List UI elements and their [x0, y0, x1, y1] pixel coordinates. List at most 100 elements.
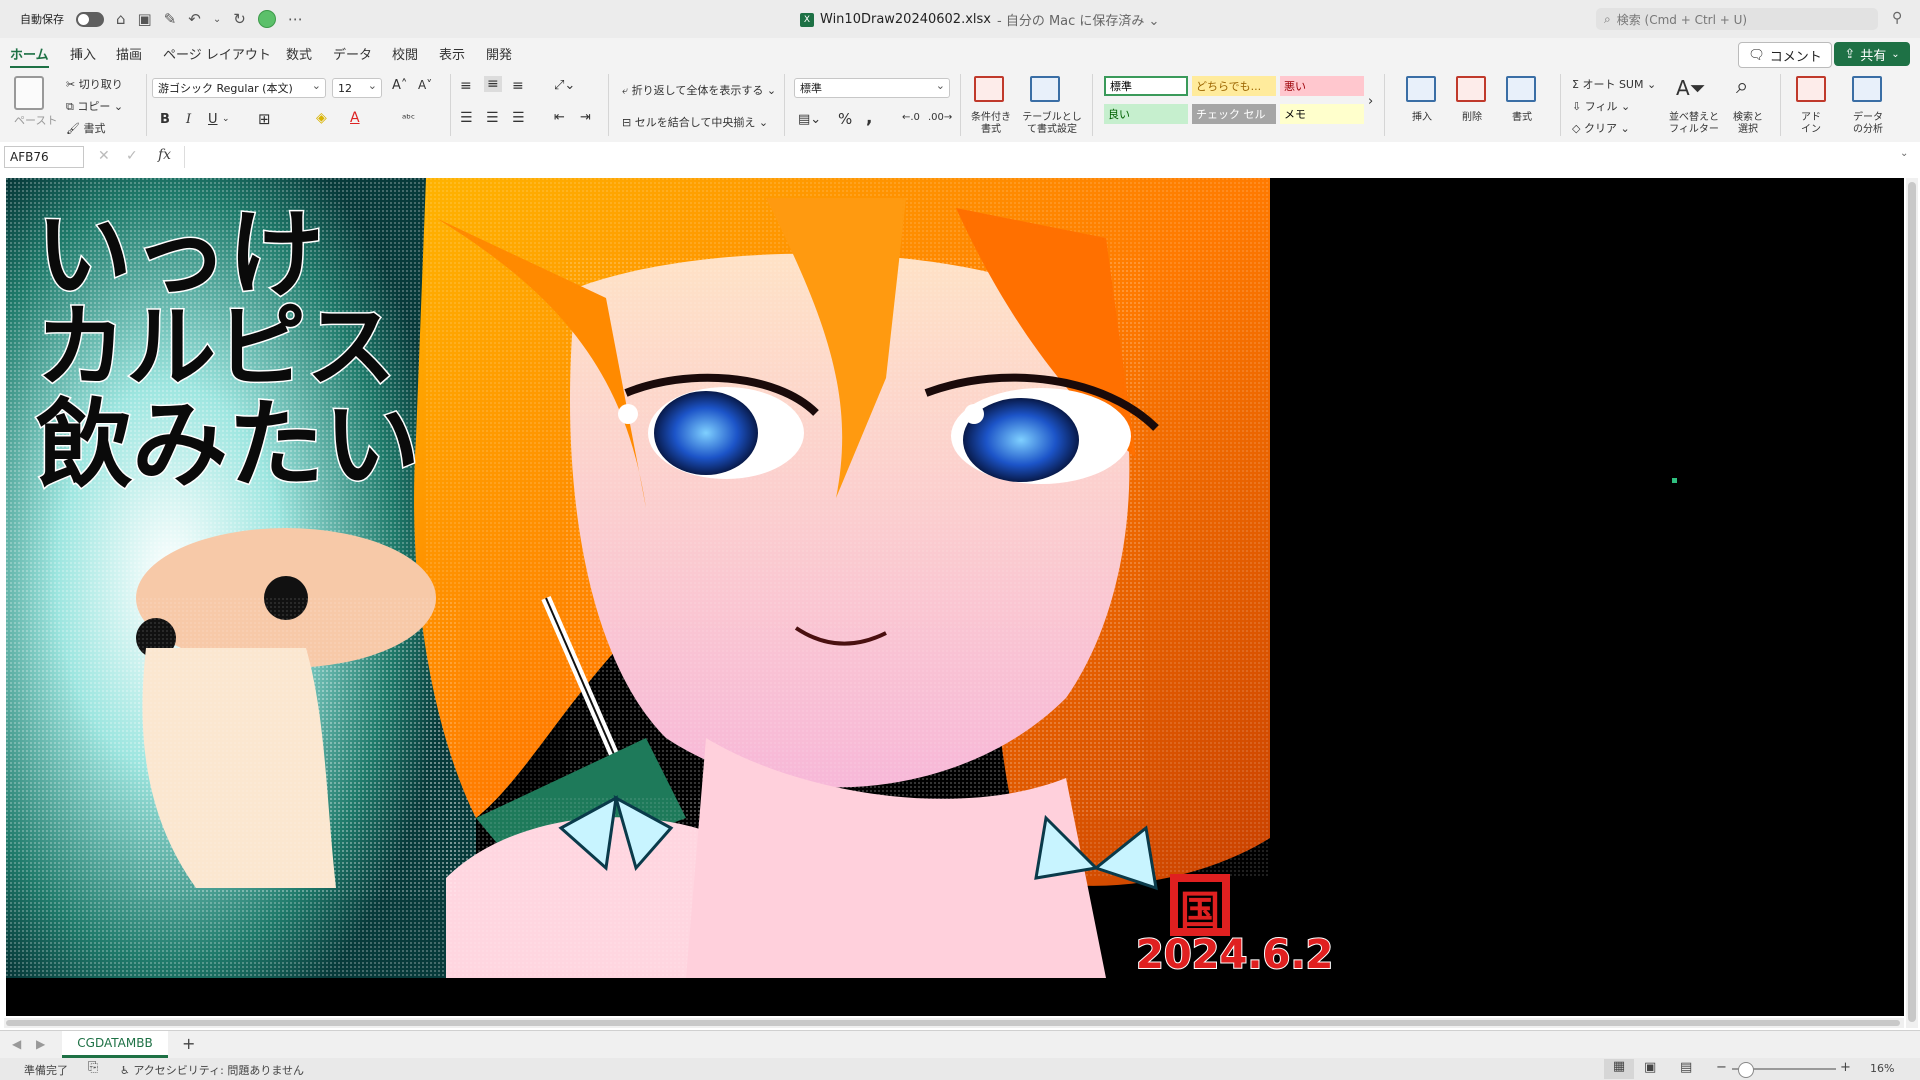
zoom-in-icon[interactable]: +: [1840, 1060, 1851, 1075]
copy-button[interactable]: ⧉ コピー ⌄: [66, 98, 123, 114]
undo-icon[interactable]: ↶: [188, 10, 201, 28]
zoom-out-icon[interactable]: −: [1716, 1060, 1727, 1075]
more-icon[interactable]: ⋯: [288, 10, 303, 28]
underline-dropdown-icon[interactable]: ⌄: [222, 114, 230, 124]
page-layout-view-icon[interactable]: ▣: [1644, 1060, 1656, 1075]
align-middle-icon[interactable]: ≡: [484, 76, 502, 92]
undo-dropdown-icon[interactable]: ⌄: [213, 14, 221, 25]
vertical-scrollbar[interactable]: [1906, 178, 1918, 1028]
increase-decimal-icon[interactable]: ←.0: [902, 112, 920, 123]
format-painter-button[interactable]: 🖌 書式: [66, 120, 105, 136]
cell-style-2[interactable]: 悪い: [1280, 76, 1364, 96]
autosum-button[interactable]: Σ オート SUM ⌄: [1572, 76, 1656, 92]
comma-button[interactable]: ,: [866, 108, 872, 128]
align-left-icon[interactable]: ☰: [460, 110, 473, 126]
align-center-icon[interactable]: ☰: [486, 110, 499, 126]
font-size-select[interactable]: 12: [332, 78, 382, 98]
orientation-icon[interactable]: ⤢⌄: [554, 78, 575, 93]
share-button[interactable]: ⇪ 共有 ⌄: [1834, 42, 1910, 66]
tab-draw[interactable]: 描画: [116, 44, 142, 63]
cancel-icon[interactable]: ✕: [98, 148, 110, 164]
addins-icon[interactable]: [1796, 76, 1826, 102]
horizontal-scroll-thumb[interactable]: [6, 1020, 1900, 1026]
borders-icon[interactable]: ⊞: [258, 110, 271, 128]
decrease-decimal-icon[interactable]: .00→: [928, 112, 952, 123]
search-box[interactable]: ⌕ 検索 (Cmd + Ctrl + U): [1596, 8, 1878, 30]
decrease-indent-icon[interactable]: ⇤: [554, 110, 565, 125]
number-format-select[interactable]: 標準: [794, 78, 950, 98]
normal-view-icon[interactable]: ▦: [1604, 1059, 1634, 1079]
tab-page-layout[interactable]: ページ レイアウト: [163, 44, 271, 63]
edit-icon[interactable]: ✎: [164, 10, 177, 28]
currency-icon[interactable]: ▤⌄: [798, 112, 821, 127]
page-break-view-icon[interactable]: ▤: [1680, 1060, 1692, 1075]
format-as-table-label[interactable]: テーブルとして書式設定: [1022, 112, 1082, 136]
cell-style-3[interactable]: 良い: [1104, 104, 1188, 124]
percent-button[interactable]: %: [838, 110, 852, 128]
increase-font-icon[interactable]: A˄: [392, 78, 407, 93]
conditional-format-icon[interactable]: [974, 76, 1004, 102]
phonetic-icon[interactable]: ᵃᵇᶜ: [402, 112, 415, 125]
add-sheet-button[interactable]: +: [182, 1034, 195, 1053]
format-as-table-icon[interactable]: [1030, 76, 1060, 102]
tab-data[interactable]: データ: [333, 44, 372, 63]
clear-button[interactable]: ◇ クリア ⌄: [1572, 120, 1630, 136]
horizontal-scrollbar[interactable]: [4, 1018, 1904, 1028]
tab-developer[interactable]: 開発: [486, 44, 512, 63]
insert-cells-label[interactable]: 挿入: [1404, 112, 1440, 124]
tab-formulas[interactable]: 数式: [286, 44, 312, 63]
cut-button[interactable]: ✂ 切り取り: [66, 76, 123, 92]
tab-view[interactable]: 表示: [439, 44, 465, 63]
align-right-icon[interactable]: ☰: [512, 110, 525, 126]
merge-center-button[interactable]: ⊟ セルを結合して中央揃え ⌄: [622, 114, 768, 130]
insert-cells-icon[interactable]: [1406, 76, 1436, 102]
tab-home[interactable]: ホーム: [10, 44, 49, 69]
next-sheet-icon[interactable]: ▶: [36, 1037, 45, 1051]
macro-record-icon[interactable]: ⎘: [88, 1060, 98, 1075]
sheet-tab-active[interactable]: CGDATAMBB: [62, 1031, 168, 1058]
format-cells-label[interactable]: 書式: [1504, 112, 1540, 124]
conditional-format-label[interactable]: 条件付き 書式: [966, 112, 1016, 136]
autosave-toggle[interactable]: [76, 11, 104, 27]
delete-cells-label[interactable]: 削除: [1454, 112, 1490, 124]
formula-input[interactable]: [184, 146, 1885, 168]
cell-style-4[interactable]: チェック セル: [1192, 104, 1276, 124]
comment-button[interactable]: 🗨 コメント: [1738, 42, 1832, 68]
font-name-select[interactable]: 游ゴシック Regular (本文): [152, 78, 326, 98]
cell-style-5[interactable]: メモ: [1280, 104, 1364, 124]
cell-style-0[interactable]: 標準: [1104, 76, 1188, 96]
analyze-data-label[interactable]: データ の分析: [1848, 112, 1888, 136]
fill-button[interactable]: ⇩ フィル ⌄: [1572, 98, 1630, 114]
cell-art-canvas[interactable]: いっけ カルピス 飲みたい 国 2024.6.2: [6, 178, 1904, 1016]
find-select-icon[interactable]: ⌕: [1736, 74, 1748, 99]
tab-insert[interactable]: 挿入: [70, 44, 96, 63]
zoom-level[interactable]: 16%: [1870, 1062, 1894, 1075]
addins-label[interactable]: アド イン: [1794, 112, 1828, 136]
name-box[interactable]: AFB76: [4, 146, 84, 168]
prev-sheet-icon[interactable]: ◀: [12, 1037, 21, 1051]
italic-button[interactable]: I: [186, 112, 191, 127]
status-dot-icon[interactable]: [257, 10, 276, 28]
save-status[interactable]: - 自分の Mac に保存済み ⌄: [997, 10, 1159, 29]
wrap-text-button[interactable]: ⤶ 折り返して全体を表示する ⌄: [622, 82, 776, 98]
format-cells-icon[interactable]: [1506, 76, 1536, 102]
underline-button[interactable]: U: [208, 112, 218, 127]
decrease-font-icon[interactable]: A˅: [418, 78, 432, 92]
bold-button[interactable]: B: [160, 112, 170, 127]
sort-filter-icon[interactable]: A⏷: [1676, 76, 1706, 100]
enter-icon[interactable]: ✓: [126, 148, 138, 164]
align-top-icon[interactable]: ≡: [460, 78, 472, 94]
function-icon[interactable]: fx: [158, 147, 171, 163]
align-bottom-icon[interactable]: ≡: [512, 78, 524, 94]
analyze-data-icon[interactable]: [1852, 76, 1882, 102]
delete-cells-icon[interactable]: [1456, 76, 1486, 102]
cell-style-1[interactable]: どちらでも...: [1192, 76, 1276, 96]
home-icon[interactable]: ⌂: [116, 10, 126, 28]
expand-formula-icon[interactable]: ⌄: [1900, 148, 1908, 159]
paste-icon[interactable]: [14, 76, 44, 110]
increase-indent-icon[interactable]: ⇥: [580, 110, 591, 125]
account-icon[interactable]: ⚲: [1892, 10, 1902, 26]
accessibility-status[interactable]: ♿ アクセシビリティ: 問題ありません: [120, 1062, 304, 1078]
zoom-slider-thumb[interactable]: [1738, 1062, 1754, 1078]
font-color-icon[interactable]: A: [350, 110, 360, 126]
